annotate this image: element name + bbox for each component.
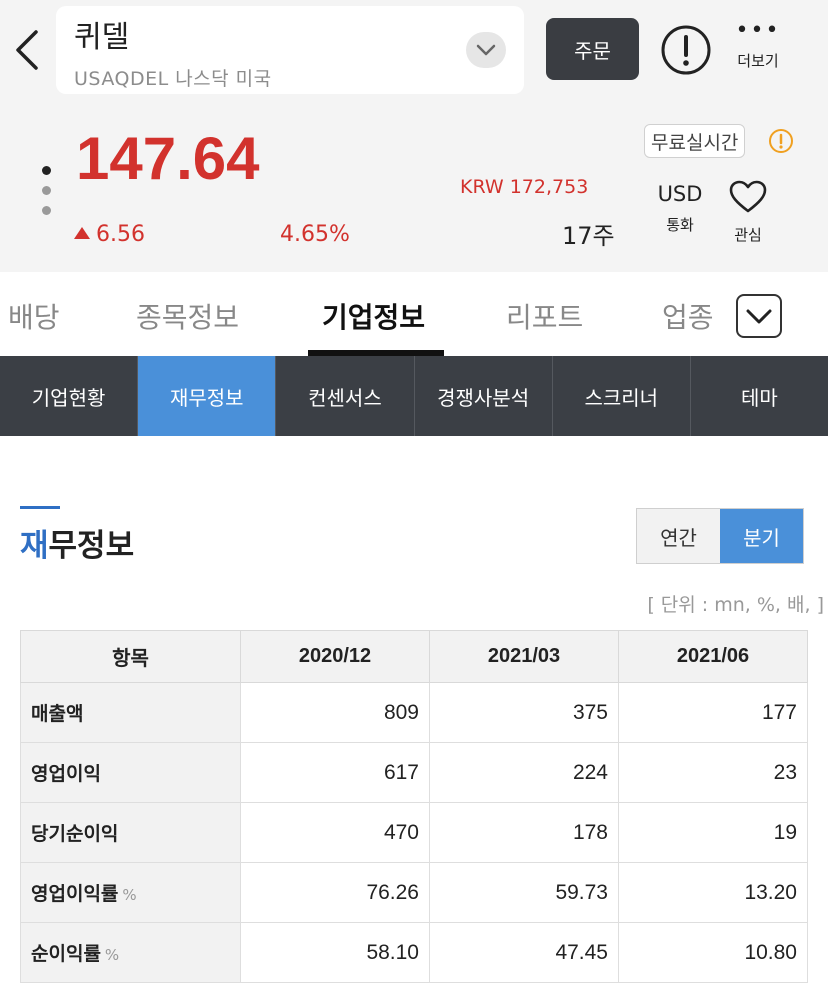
subnav-theme[interactable]: 테마: [691, 356, 828, 436]
tab-company-info[interactable]: 기업정보: [322, 296, 425, 336]
stock-search-box[interactable]: 퀴델 USAQDEL 나스닥 미국: [56, 6, 524, 94]
tab-report[interactable]: 리포트: [506, 296, 583, 336]
row-label: 영업이익률%: [20, 862, 241, 923]
page-dot: [42, 206, 51, 215]
table-header: 2020/12: [240, 630, 430, 683]
row-label: 당기순이익: [20, 802, 241, 863]
stock-header: 퀴델 USAQDEL 나스닥 미국 주문 ••• 더보기 147.64 6.56…: [0, 0, 828, 272]
page-dot: [42, 186, 51, 195]
table-cell: 224: [429, 742, 619, 803]
chevron-down-icon[interactable]: [466, 32, 506, 68]
currency-label: 통화: [666, 216, 694, 234]
price-change: 6.56: [74, 222, 145, 247]
favorite-button[interactable]: 관심: [724, 180, 772, 245]
table-row: 매출액 809 375 177: [20, 682, 808, 743]
info-icon[interactable]: [768, 128, 794, 154]
table-cell: 177: [618, 682, 808, 743]
alert-icon[interactable]: [660, 24, 712, 76]
sub-navigation: 기업현황 재무정보 컨센서스 경쟁사분석 스크리너 테마: [0, 356, 828, 436]
table-cell: 59.73: [429, 862, 619, 923]
tab-industry[interactable]: 업종: [662, 296, 714, 336]
table-cell: 23: [618, 742, 808, 803]
held-shares: 17주: [562, 222, 615, 250]
table-header: 2021/06: [618, 630, 808, 683]
up-arrow-icon: [74, 227, 90, 239]
back-icon[interactable]: [12, 28, 44, 72]
table-cell: 76.26: [240, 862, 430, 923]
currency-code: USD: [657, 182, 703, 206]
more-button[interactable]: ••• 더보기: [728, 18, 788, 78]
table-row: 영업이익률% 76.26 59.73 13.20: [20, 862, 808, 923]
section-accent-bar: [20, 506, 60, 509]
table-header-row: 항목 2020/12 2021/03 2021/06: [20, 630, 808, 683]
annual-button[interactable]: 연간: [637, 509, 720, 563]
subnav-financials[interactable]: 재무정보: [138, 356, 277, 436]
table-cell: 13.20: [618, 862, 808, 923]
expand-tabs-button[interactable]: [736, 294, 782, 338]
tab-stock-info[interactable]: 종목정보: [136, 296, 239, 336]
heart-icon: [724, 180, 772, 218]
table-cell: 617: [240, 742, 430, 803]
tab-dividend[interactable]: 배당: [8, 296, 60, 336]
more-label: 더보기: [737, 52, 779, 70]
price-change-percent: 4.65%: [280, 222, 350, 247]
period-toggle: 연간 분기: [636, 508, 804, 564]
order-button[interactable]: 주문: [546, 18, 639, 80]
free-realtime-badge[interactable]: 무료실시간: [644, 124, 746, 158]
subnav-screener[interactable]: 스크리너: [553, 356, 691, 436]
row-label: 영업이익: [20, 742, 241, 803]
page-indicator: [42, 166, 54, 224]
more-icon: •••: [735, 18, 781, 43]
subnav-competitor-analysis[interactable]: 경쟁사분석: [415, 356, 553, 436]
price-change-value: 6.56: [96, 222, 145, 247]
table-header: 2021/03: [429, 630, 619, 683]
stock-ticker-exchange: USAQDEL 나스닥 미국: [74, 68, 272, 90]
table-cell: 19: [618, 802, 808, 863]
table-cell: 809: [240, 682, 430, 743]
krw-price: KRW 172,753: [460, 176, 589, 198]
row-label: 매출액: [20, 682, 241, 743]
table-row: 영업이익 617 224 23: [20, 742, 808, 803]
main-tabs: 배당 종목정보 기업정보 리포트 업종: [0, 272, 828, 356]
stock-name: 퀴델: [74, 20, 130, 55]
table-cell: 470: [240, 802, 430, 863]
unit-label: [ 단위 : mn, %, 배, ]: [647, 594, 824, 616]
quarterly-button[interactable]: 분기: [720, 509, 803, 563]
section-title: 재무정보: [20, 528, 135, 564]
table-row: 당기순이익 470 178 19: [20, 802, 808, 863]
table-header: 항목: [20, 630, 241, 683]
chevron-down-icon: [746, 309, 772, 324]
financial-table: 항목 2020/12 2021/03 2021/06 매출액 809 375 1…: [20, 630, 808, 983]
currency-button[interactable]: USD 통화: [652, 182, 708, 235]
table-cell: 178: [429, 802, 619, 863]
page-dot: [42, 166, 51, 175]
favorite-label: 관심: [734, 226, 762, 244]
current-price: 147.64: [76, 125, 260, 192]
table-cell: 375: [429, 682, 619, 743]
subnav-consensus[interactable]: 컨센서스: [276, 356, 415, 436]
subnav-company-overview[interactable]: 기업현황: [0, 356, 139, 436]
